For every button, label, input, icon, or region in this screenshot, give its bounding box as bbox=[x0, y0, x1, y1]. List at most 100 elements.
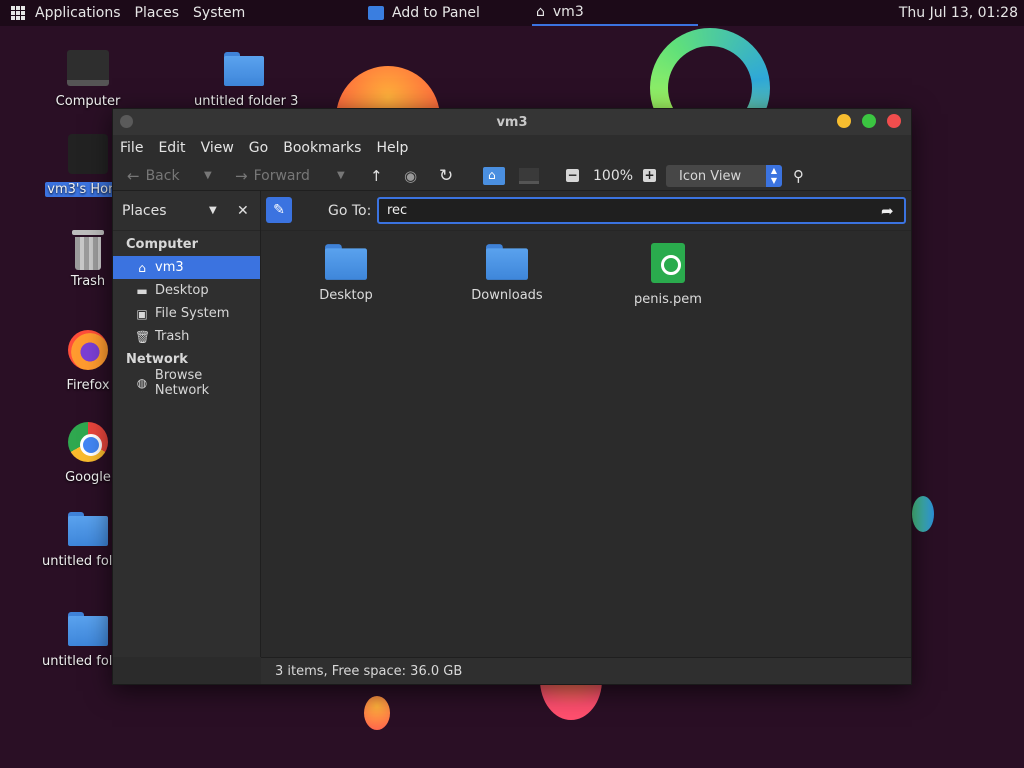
file-item-desktop[interactable]: Desktop bbox=[286, 244, 406, 303]
folder-icon bbox=[224, 52, 264, 86]
desktop-icon-label: untitled folder 3 bbox=[194, 94, 299, 109]
menu-applications[interactable]: Applications bbox=[35, 5, 121, 21]
back-button[interactable]: ← Back bbox=[127, 167, 180, 185]
forward-button[interactable]: → Forward bbox=[235, 167, 310, 185]
task-label: vm3 bbox=[552, 4, 584, 20]
sidebar-item-file-system[interactable]: ▣ File System bbox=[113, 302, 260, 325]
home-icon: ⌂ bbox=[138, 260, 146, 275]
sidebar-item-label: File System bbox=[155, 306, 230, 321]
menubar: File Edit View Go Bookmarks Help bbox=[113, 135, 911, 161]
menu-places[interactable]: Places bbox=[135, 5, 180, 21]
sidebar-item-label: Desktop bbox=[155, 283, 209, 298]
folder-icon bbox=[486, 244, 528, 280]
firefox-icon bbox=[68, 330, 108, 370]
search-icon[interactable]: ⚲ bbox=[793, 167, 804, 185]
status-text: 3 items, Free space: 36.0 GB bbox=[275, 663, 463, 679]
desktop-icon-untitled-folder-3[interactable]: untitled folder 3 bbox=[194, 52, 299, 109]
window-body: Places ▼ ✕ Computer ⌂ vm3 ▬ Desktop ▣ Fi… bbox=[113, 191, 911, 657]
sidebar-item-desktop[interactable]: ▬ Desktop bbox=[113, 279, 260, 302]
sidebar-group-computer: Computer bbox=[126, 237, 199, 252]
plus-icon: + bbox=[643, 168, 656, 182]
task-vm3[interactable]: ⌂ vm3 bbox=[532, 0, 698, 26]
window-title: vm3 bbox=[496, 114, 528, 130]
folder-icon bbox=[68, 512, 108, 546]
menu-view[interactable]: View bbox=[201, 140, 234, 156]
task-add-to-panel[interactable]: Add to Panel bbox=[368, 0, 480, 26]
folder-icon bbox=[68, 612, 108, 646]
menu-go[interactable]: Go bbox=[249, 140, 268, 156]
folder-icon bbox=[325, 244, 367, 280]
view-mode-select[interactable]: Icon View ▲ ▼ bbox=[666, 165, 782, 187]
file-manager-window: vm3 File Edit View Go Bookmarks Help ← B… bbox=[112, 108, 912, 685]
menu-file[interactable]: File bbox=[120, 140, 143, 156]
file-item-downloads[interactable]: Downloads bbox=[447, 244, 567, 303]
arrow-left-icon: ← bbox=[127, 166, 140, 185]
minimize-button[interactable] bbox=[837, 114, 851, 128]
zoom-in-button[interactable]: + bbox=[643, 169, 656, 182]
arrow-right-icon: → bbox=[235, 166, 248, 185]
titlebar[interactable]: vm3 bbox=[113, 109, 911, 135]
menu-help[interactable]: Help bbox=[376, 140, 408, 156]
sidebar: Places ▼ ✕ Computer ⌂ vm3 ▬ Desktop ▣ Fi… bbox=[113, 191, 261, 657]
file-name: penis.pem bbox=[634, 292, 702, 307]
sidebar-item-vm3[interactable]: ⌂ vm3 bbox=[113, 256, 260, 279]
home-folder-icon bbox=[68, 134, 108, 174]
chevron-down-icon[interactable]: ▼ bbox=[209, 205, 217, 216]
close-button[interactable] bbox=[887, 114, 901, 128]
menu-edit[interactable]: Edit bbox=[158, 140, 185, 156]
computer-button[interactable] bbox=[519, 167, 539, 184]
stop-icon[interactable]: ◉ bbox=[404, 167, 417, 185]
trash-icon: 🗑 bbox=[135, 329, 151, 344]
sidebar-header-label[interactable]: Places bbox=[122, 203, 167, 219]
reload-icon[interactable]: ↻ bbox=[439, 166, 453, 186]
forward-history-chevron-icon[interactable]: ▼ bbox=[337, 170, 345, 181]
task-label: Add to Panel bbox=[392, 5, 480, 21]
trash-icon bbox=[72, 230, 104, 270]
go-arrow-icon[interactable]: ➦ bbox=[881, 202, 894, 220]
sidebar-item-label: vm3 bbox=[155, 260, 184, 275]
sidebar-item-label: Trash bbox=[155, 329, 190, 344]
wallpaper-small-blob bbox=[364, 696, 390, 730]
file-view[interactable]: ✎ Go To: ➦ Desktop Downloads penis.pem bbox=[261, 191, 911, 657]
menu-system[interactable]: System bbox=[193, 5, 245, 21]
chrome-icon bbox=[68, 422, 108, 462]
toolbar: ← Back ▼ → Forward ▼ ↑ ◉ ↻ − 100% + Icon… bbox=[113, 161, 911, 191]
disk-icon: ▣ bbox=[136, 306, 148, 321]
top-panel: Applications Places System Add to Panel … bbox=[0, 0, 1024, 26]
view-mode-label: Icon View bbox=[679, 168, 742, 184]
close-sidebar-icon[interactable]: ✕ bbox=[237, 203, 249, 219]
location-input[interactable] bbox=[377, 197, 906, 224]
home-icon: ⌂ bbox=[536, 4, 545, 20]
pencil-icon[interactable]: ✎ bbox=[266, 197, 292, 223]
computer-icon bbox=[67, 50, 109, 86]
maximize-button[interactable] bbox=[862, 114, 876, 128]
desktop-icon: ▬ bbox=[136, 283, 148, 298]
certificate-file-icon bbox=[651, 243, 685, 283]
forward-label: Forward bbox=[253, 167, 310, 184]
file-name: Downloads bbox=[471, 288, 543, 303]
desktop-icon-computer[interactable]: Computer bbox=[38, 50, 138, 109]
status-bar: 3 items, Free space: 36.0 GB bbox=[261, 657, 911, 684]
sidebar-item-trash[interactable]: 🗑 Trash bbox=[113, 325, 260, 348]
zoom-level[interactable]: 100% bbox=[593, 168, 633, 184]
goto-label: Go To: bbox=[328, 202, 372, 219]
computer-icon bbox=[519, 167, 539, 184]
panel-window-icon bbox=[368, 6, 384, 20]
apps-grid-icon[interactable] bbox=[11, 6, 25, 20]
sidebar-header: Places ▼ ✕ bbox=[113, 191, 260, 231]
back-history-chevron-icon[interactable]: ▼ bbox=[204, 170, 212, 181]
wallpaper-right-blob bbox=[912, 496, 934, 532]
location-bar: ✎ Go To: ➦ bbox=[261, 191, 911, 231]
network-globe-icon: ◍ bbox=[136, 375, 148, 390]
sidebar-item-browse-network[interactable]: ◍ Browse Network bbox=[113, 368, 260, 398]
minus-icon: − bbox=[566, 168, 579, 182]
home-button[interactable] bbox=[483, 166, 505, 185]
menu-bookmarks[interactable]: Bookmarks bbox=[283, 140, 361, 156]
sidebar-item-label: Browse Network bbox=[154, 367, 210, 398]
clock[interactable]: Thu Jul 13, 01:28 bbox=[899, 5, 1018, 21]
desktop-icon-label: Computer bbox=[55, 94, 121, 109]
file-name: Desktop bbox=[319, 288, 373, 303]
parent-folder-arrow-up-icon[interactable]: ↑ bbox=[370, 167, 383, 185]
file-item-pem[interactable]: penis.pem bbox=[608, 243, 728, 307]
zoom-out-button[interactable]: − bbox=[566, 169, 579, 182]
